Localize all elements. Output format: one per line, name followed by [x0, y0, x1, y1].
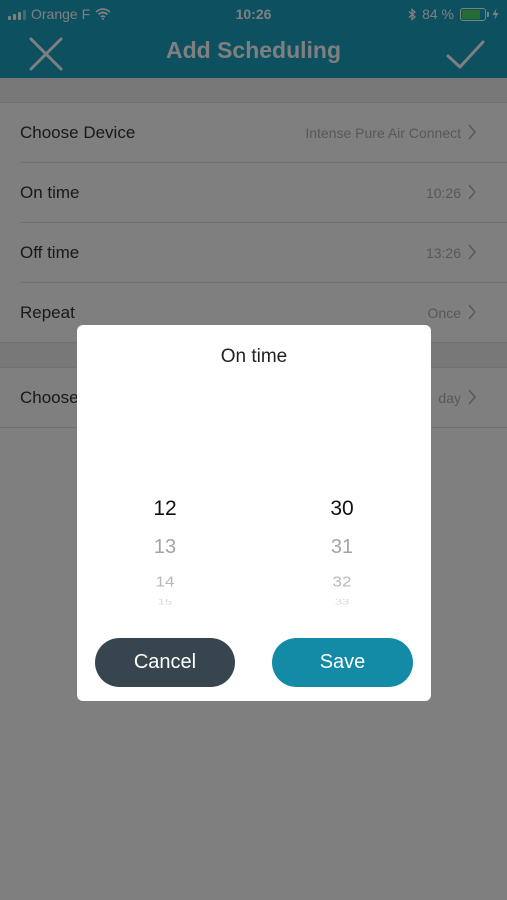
save-button[interactable]: Save [272, 638, 413, 687]
hour-option[interactable]: 15 [105, 599, 225, 605]
hour-wheel[interactable]: 12 13 14 15 [105, 490, 225, 607]
minute-option[interactable]: 32 [282, 569, 402, 595]
dialog-title: On time [220, 346, 288, 367]
minute-wheel[interactable]: 30 31 32 33 [282, 490, 402, 607]
minute-option[interactable]: 33 [282, 599, 402, 605]
minute-option[interactable]: 31 [282, 528, 402, 567]
minute-option-selected[interactable]: 30 [282, 490, 402, 528]
hour-option[interactable]: 13 [105, 528, 225, 567]
hour-option[interactable]: 14 [105, 569, 225, 595]
time-picker-dialog: On time 12 13 14 15 30 31 32 33 Cancel S… [77, 325, 431, 701]
cancel-button[interactable]: Cancel [95, 638, 235, 687]
hour-option-selected[interactable]: 12 [105, 490, 225, 528]
